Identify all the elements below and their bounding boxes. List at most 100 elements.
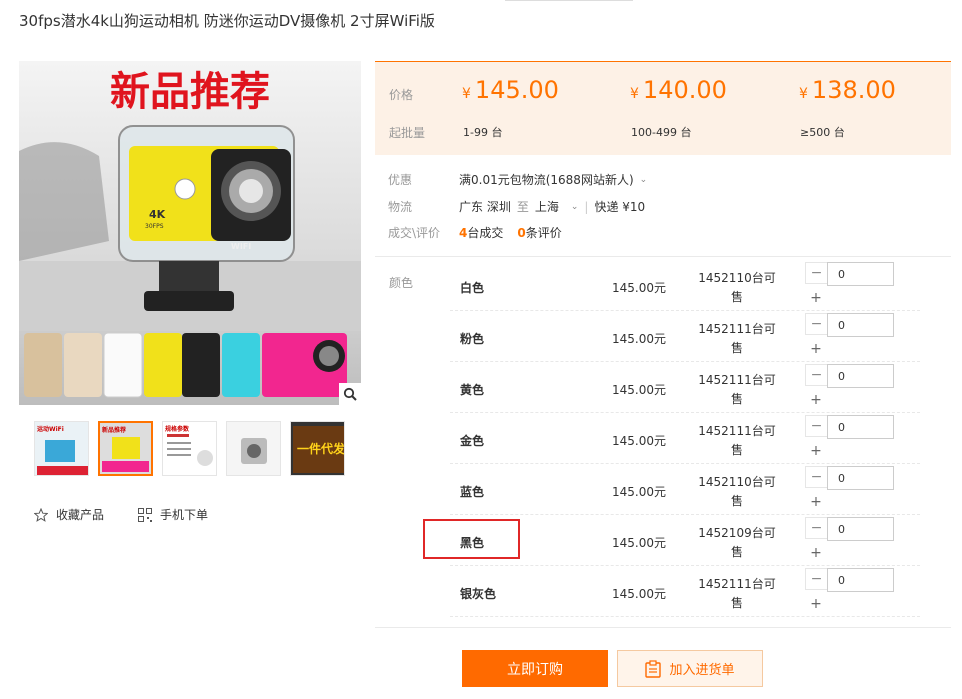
quantity-input[interactable]	[827, 262, 894, 286]
product-title: 30fps潜水4k山狗运动相机 防迷你运动DV摄像机 2寸屏WiFi版	[19, 12, 435, 30]
sku-price: 145.00元	[612, 587, 666, 601]
decrease-button[interactable]: −	[805, 313, 827, 335]
shipping-from: 广东 深圳	[459, 200, 511, 214]
thumbnail-label: 运动WiFi	[37, 426, 64, 433]
sku-row: 粉色 145.00元 1452111台可售 − +	[450, 311, 920, 362]
sku-row: 金色 145.00元 1452111台可售 − +	[450, 413, 920, 464]
batch-label: 起批量	[389, 126, 426, 140]
product-actions: 收藏产品 手机下单	[34, 506, 208, 523]
increase-button[interactable]: +	[805, 337, 827, 361]
increase-button[interactable]: +	[805, 286, 827, 310]
decrease-button[interactable]: −	[805, 568, 827, 590]
product-photo: 新品推荐 4K 30FPS WIFI	[19, 61, 361, 405]
price-label: 价格	[389, 88, 414, 102]
sku-price: 145.00元	[612, 485, 666, 499]
sku-name: 银灰色	[460, 587, 497, 601]
shipping-label: 物流	[388, 200, 413, 214]
sku-stock: 1452111台可售	[698, 424, 776, 457]
quantity-input[interactable]	[827, 415, 894, 439]
sold-text: 台成交	[467, 226, 504, 240]
sku-row: 银灰色 145.00元 1452111台可售 − +	[450, 566, 920, 617]
mobile-order-label: 手机下单	[160, 508, 209, 522]
price-tier-3: ¥138.00	[799, 76, 896, 104]
main-product-image[interactable]: 新品推荐 4K 30FPS WIFI	[19, 61, 361, 405]
sku-row: 黑色 145.00元 1452109台可售 − +	[450, 515, 920, 566]
increase-button[interactable]: +	[805, 592, 827, 616]
price-tier-1: ¥145.00	[462, 76, 559, 104]
sku-price: 145.00元	[612, 332, 666, 346]
sold-count-link[interactable]: 4台成交	[459, 224, 503, 241]
quantity-input[interactable]	[827, 517, 894, 541]
favorite-label: 收藏产品	[56, 508, 105, 522]
promo-label: 优惠	[388, 173, 413, 187]
camera-fps-text: 30FPS	[145, 223, 164, 230]
sku-name: 粉色	[460, 332, 485, 346]
review-text: 条评价	[525, 226, 562, 240]
star-icon	[34, 507, 48, 522]
qr-code-icon	[138, 507, 153, 522]
decrease-button[interactable]: −	[805, 415, 827, 437]
chevron-down-icon: ⌄	[639, 174, 648, 185]
sku-table: 白色 145.00元 1452110台可售 − + 粉色 145.00元 145…	[450, 260, 920, 617]
increase-button[interactable]: +	[805, 388, 827, 412]
deals-row: 成交\评价 4台成交 0条评价	[388, 224, 562, 241]
sku-price: 145.00元	[612, 383, 666, 397]
decrease-button[interactable]: −	[805, 364, 827, 386]
sku-stock: 1452110台可售	[698, 475, 776, 508]
promo-dropdown[interactable]: 满0.01元包物流(1688网站新人) ⌄	[459, 171, 647, 188]
quantity-input[interactable]	[827, 466, 894, 490]
divider	[375, 256, 951, 257]
sku-stock: 1452110台可售	[698, 271, 776, 304]
decrease-button[interactable]: −	[805, 466, 827, 488]
thumbnail-label: 规格参数	[165, 426, 190, 433]
sku-stock: 1452111台可售	[698, 373, 776, 406]
sku-price: 145.00元	[612, 434, 666, 448]
sku-price: 145.00元	[612, 536, 666, 550]
shipping-row: 物流 广东 深圳 至 上海 ⌄ | 快递 ¥10	[388, 198, 646, 215]
increase-button[interactable]: +	[805, 541, 827, 565]
review-count-link[interactable]: 0条评价	[517, 224, 561, 241]
range-tier-2: 100-499 台	[631, 126, 692, 139]
promo-text: 满0.01元包物流(1688网站新人)	[459, 173, 634, 187]
quantity-input[interactable]	[827, 568, 894, 592]
zoom-icon[interactable]	[339, 383, 361, 405]
deals-label: 成交\评价	[388, 226, 441, 240]
sku-row: 蓝色 145.00元 1452110台可售 − +	[450, 464, 920, 515]
shipping-destination: 上海	[534, 200, 559, 214]
thumbnail-label: 一件代发	[297, 442, 345, 456]
sku-name: 金色	[460, 434, 485, 448]
divider	[375, 627, 951, 628]
sku-stock: 1452109台可售	[698, 526, 776, 559]
thumbnail-1[interactable]: 运动WiFi	[34, 421, 89, 476]
color-label: 颜色	[389, 276, 414, 290]
sku-row: 黄色 145.00元 1452111台可售 − +	[450, 362, 920, 413]
promo-row: 优惠 满0.01元包物流(1688网站新人) ⌄	[388, 171, 647, 188]
camera-wifi-text: WIFI	[231, 242, 251, 251]
shipping-destination-select[interactable]: 上海 ⌄	[535, 198, 579, 215]
quantity-input[interactable]	[827, 364, 894, 388]
increase-button[interactable]: +	[805, 490, 827, 514]
favorite-product-button[interactable]: 收藏产品	[34, 506, 104, 523]
increase-button[interactable]: +	[805, 439, 827, 463]
decrease-button[interactable]: −	[805, 262, 827, 284]
thumbnail-3[interactable]: 规格参数	[162, 421, 217, 476]
thumbnail-4[interactable]	[226, 421, 281, 476]
range-tier-3: ≥500 台	[800, 126, 845, 139]
mobile-order-button[interactable]: 手机下单	[138, 506, 208, 523]
thumbnail-list: 运动WiFi 新品推荐 规格参数 一件代发	[34, 421, 345, 476]
add-to-list-button[interactable]: 加入进货单	[617, 650, 763, 687]
thumbnail-2[interactable]: 新品推荐	[98, 421, 153, 476]
chevron-down-icon: ⌄	[570, 201, 579, 212]
sku-stock: 1452111台可售	[698, 322, 776, 355]
sku-name: 黄色	[460, 383, 485, 397]
sku-name: 白色	[460, 281, 485, 295]
clipboard-icon	[645, 659, 662, 678]
camera-4k-text: 4K	[149, 208, 166, 221]
thumbnail-5[interactable]: 一件代发	[290, 421, 345, 476]
quantity-input[interactable]	[827, 313, 894, 337]
decrease-button[interactable]: −	[805, 517, 827, 539]
sku-row: 白色 145.00元 1452110台可售 − +	[450, 260, 920, 311]
sku-price: 145.00元	[612, 281, 666, 295]
sku-stock: 1452111台可售	[698, 577, 776, 610]
buy-now-button[interactable]: 立即订购	[462, 650, 608, 687]
